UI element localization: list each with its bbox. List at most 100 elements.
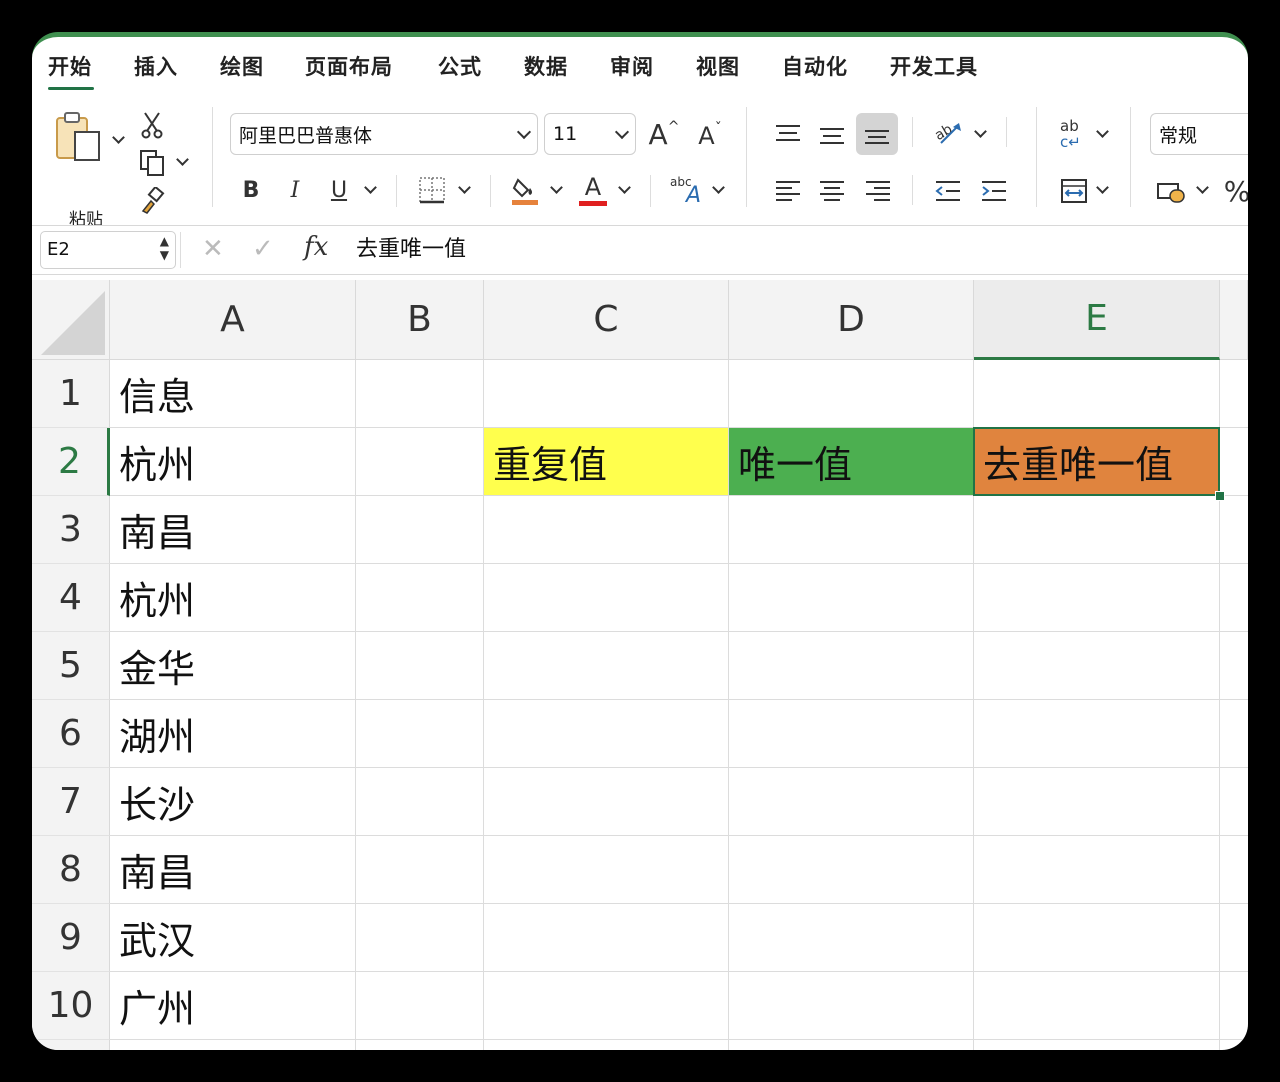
- row-header-1[interactable]: 1: [32, 360, 110, 428]
- underline-dropdown-icon[interactable]: [364, 181, 377, 194]
- bold-button[interactable]: B: [236, 171, 266, 209]
- cell-d9[interactable]: [729, 904, 974, 972]
- cell-b10[interactable]: [356, 972, 484, 1040]
- cell-d10[interactable]: [729, 972, 974, 1040]
- tab-page-layout[interactable]: 页面布局: [305, 51, 393, 81]
- merge-dropdown-icon[interactable]: [1096, 181, 1109, 194]
- fill-color-dropdown-icon[interactable]: [550, 181, 563, 194]
- align-bottom-button[interactable]: [856, 113, 898, 155]
- align-left-button[interactable]: [770, 173, 806, 209]
- row-header-2[interactable]: 2: [32, 428, 110, 496]
- tab-review[interactable]: 审阅: [610, 51, 654, 81]
- cell-b5[interactable]: [356, 632, 484, 700]
- cell-c1[interactable]: [484, 360, 729, 428]
- cell-d7[interactable]: [729, 768, 974, 836]
- tab-insert[interactable]: 插入: [134, 51, 178, 81]
- cell-a8[interactable]: 南昌: [110, 836, 356, 904]
- shrink-font-button[interactable]: Aˇ: [692, 117, 728, 155]
- cell-e2[interactable]: 去重唯一值: [974, 428, 1220, 496]
- cell-c6[interactable]: [484, 700, 729, 768]
- cell-e8[interactable]: [974, 836, 1220, 904]
- percent-button[interactable]: %: [1222, 173, 1248, 209]
- tab-draw[interactable]: 绘图: [220, 51, 264, 81]
- borders-dropdown-icon[interactable]: [458, 181, 471, 194]
- cell-d3[interactable]: [729, 496, 974, 564]
- font-size-dropdown[interactable]: 11: [544, 113, 636, 155]
- row-header-5[interactable]: 5: [32, 632, 110, 700]
- cell-e9[interactable]: [974, 904, 1220, 972]
- select-all-button[interactable]: [32, 280, 110, 360]
- cell-a1[interactable]: 信息: [110, 360, 356, 428]
- orientation-dropdown-icon[interactable]: [974, 125, 987, 138]
- tab-formulas[interactable]: 公式: [438, 51, 482, 81]
- phonetic-button[interactable]: abc A: [668, 171, 708, 209]
- cell-d1[interactable]: [729, 360, 974, 428]
- increase-indent-button[interactable]: [976, 173, 1012, 209]
- column-header-b[interactable]: B: [356, 280, 484, 360]
- paste-dropdown-icon[interactable]: [112, 131, 125, 144]
- cell-d4[interactable]: [729, 564, 974, 632]
- fill-handle[interactable]: [1215, 491, 1225, 501]
- cancel-icon[interactable]: ✕: [202, 234, 224, 264]
- insert-function-icon[interactable]: fx: [304, 232, 328, 262]
- tab-view[interactable]: 视图: [696, 51, 740, 81]
- orientation-button[interactable]: ab: [930, 115, 966, 151]
- cell-e6[interactable]: [974, 700, 1220, 768]
- cell-a4[interactable]: 杭州: [110, 564, 356, 632]
- font-color-button[interactable]: A: [576, 171, 610, 209]
- cell-a5[interactable]: 金华: [110, 632, 356, 700]
- cell-a2[interactable]: 杭州: [110, 428, 356, 496]
- cell-d6[interactable]: [729, 700, 974, 768]
- formula-input[interactable]: 去重唯一值: [356, 226, 466, 274]
- cell-b8[interactable]: [356, 836, 484, 904]
- row-header-6[interactable]: 6: [32, 700, 110, 768]
- underline-button[interactable]: U: [324, 171, 354, 209]
- grow-font-button[interactable]: A ^: [646, 115, 682, 153]
- conditional-format-button[interactable]: [1154, 173, 1190, 209]
- cell-b7[interactable]: [356, 768, 484, 836]
- cell-c8[interactable]: [484, 836, 729, 904]
- cell-d8[interactable]: [729, 836, 974, 904]
- wrap-text-dropdown-icon[interactable]: [1096, 125, 1109, 138]
- italic-button[interactable]: I: [280, 171, 310, 209]
- cell-c3[interactable]: [484, 496, 729, 564]
- cell-e1[interactable]: [974, 360, 1220, 428]
- number-format-dropdown[interactable]: 常规: [1150, 113, 1248, 155]
- cell-e5[interactable]: [974, 632, 1220, 700]
- column-header-e[interactable]: E: [974, 280, 1220, 360]
- align-right-button[interactable]: [860, 173, 896, 209]
- cell-e7[interactable]: [974, 768, 1220, 836]
- cell-a9[interactable]: 武汉: [110, 904, 356, 972]
- cell-d5[interactable]: [729, 632, 974, 700]
- cell-c5[interactable]: [484, 632, 729, 700]
- confirm-icon[interactable]: ✓: [252, 234, 274, 264]
- cell-b3[interactable]: [356, 496, 484, 564]
- row-header-8[interactable]: 8: [32, 836, 110, 904]
- font-color-dropdown-icon[interactable]: [618, 181, 631, 194]
- cell-c9[interactable]: [484, 904, 729, 972]
- copy-button[interactable]: [136, 147, 168, 179]
- borders-button[interactable]: [416, 173, 448, 207]
- cell-a6[interactable]: 湖州: [110, 700, 356, 768]
- row-header-7[interactable]: 7: [32, 768, 110, 836]
- tab-automate[interactable]: 自动化: [782, 51, 848, 81]
- cell-d2[interactable]: 唯一值: [729, 428, 974, 496]
- wrap-text-button[interactable]: ab c↵: [1056, 115, 1092, 153]
- fill-color-button[interactable]: [508, 171, 542, 209]
- cell-a7[interactable]: 长沙: [110, 768, 356, 836]
- cell-b6[interactable]: [356, 700, 484, 768]
- cell-a10[interactable]: 广州: [110, 972, 356, 1040]
- column-header-d[interactable]: D: [729, 280, 974, 360]
- currency-dropdown-icon[interactable]: [1196, 181, 1209, 194]
- column-header-a[interactable]: A: [110, 280, 356, 360]
- cell-b4[interactable]: [356, 564, 484, 632]
- paste-button[interactable]: [52, 109, 108, 169]
- merge-center-button[interactable]: [1056, 173, 1092, 209]
- cell-b9[interactable]: [356, 904, 484, 972]
- cell-a3[interactable]: 南昌: [110, 496, 356, 564]
- tab-developer[interactable]: 开发工具: [890, 51, 978, 81]
- cell-e10[interactable]: [974, 972, 1220, 1040]
- format-painter-button[interactable]: [136, 185, 168, 217]
- cell-b2[interactable]: [356, 428, 484, 496]
- stepper-icon[interactable]: ▲ ▼: [160, 234, 169, 262]
